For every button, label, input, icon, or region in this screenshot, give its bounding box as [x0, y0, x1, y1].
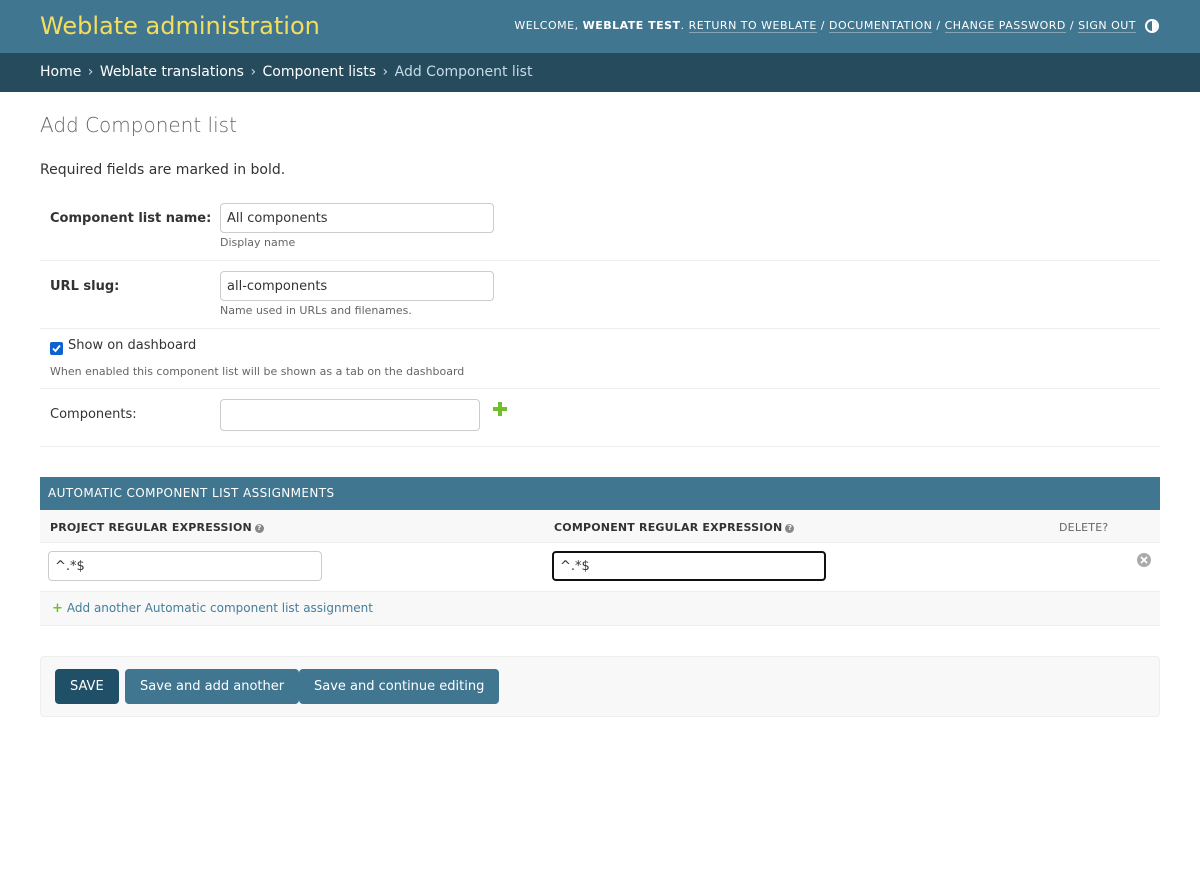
- name-label: Component list name:: [50, 211, 212, 226]
- breadcrumb-app[interactable]: Weblate translations: [100, 64, 244, 80]
- documentation-link[interactable]: Documentation: [828, 19, 933, 33]
- plus-icon: +: [52, 601, 63, 616]
- form-row-slug: URL slug: Name used in URLs and filename…: [40, 261, 1160, 329]
- show-on-dashboard-label[interactable]: Show on dashboard: [68, 338, 196, 353]
- theme-toggle-icon[interactable]: [1145, 19, 1159, 33]
- plus-icon[interactable]: [492, 401, 508, 417]
- save-and-continue-button[interactable]: Save and continue editing: [299, 669, 500, 704]
- return-to-weblate-link[interactable]: Return to Weblate: [688, 19, 817, 33]
- form-row-name: Component list name: Display name: [40, 193, 1160, 261]
- admin-header: Weblate administration Welcome, Weblate …: [0, 0, 1200, 53]
- help-icon[interactable]: ?: [785, 524, 795, 533]
- separator: /: [1069, 19, 1075, 32]
- form-row-dashboard: Show on dashboard When enabled this comp…: [40, 329, 1160, 389]
- checkmark-icon: [52, 344, 61, 353]
- required-note: Required fields are marked in bold.: [40, 162, 286, 178]
- delete-row-icon[interactable]: [1137, 553, 1151, 567]
- page-title: Add Component list: [40, 113, 237, 137]
- column-header-delete: Delete?: [1059, 521, 1109, 534]
- auto-assignments-inline: Automatic component list assignments Pro…: [40, 477, 1160, 626]
- welcome-text: Welcome,: [514, 19, 579, 32]
- component-regex-input[interactable]: [552, 551, 826, 581]
- components-label: Components:: [50, 407, 137, 422]
- components-select[interactable]: [220, 399, 480, 431]
- url-slug-input[interactable]: [220, 271, 494, 301]
- save-button[interactable]: Save: [55, 669, 119, 704]
- submit-row: Save Save and add another Save and conti…: [40, 656, 1160, 717]
- name-help: Display name: [220, 236, 296, 249]
- sign-out-link[interactable]: Sign out: [1078, 19, 1136, 33]
- save-and-add-another-button[interactable]: Save and add another: [125, 669, 300, 704]
- add-another-row: + Add another Automatic component list as…: [40, 592, 1160, 626]
- project-regex-input[interactable]: [48, 551, 322, 581]
- help-icon[interactable]: ?: [254, 524, 264, 533]
- separator: /: [936, 19, 941, 32]
- site-name[interactable]: Weblate administration: [40, 12, 320, 40]
- breadcrumb-separator: ›: [382, 64, 389, 80]
- show-on-dashboard-checkbox[interactable]: [50, 342, 63, 355]
- user-tools: Welcome, Weblate test. Return to Weblate…: [514, 19, 1136, 33]
- inline-table-header: Project regular expression? Component re…: [40, 510, 1160, 543]
- change-password-link[interactable]: Change password: [944, 19, 1066, 33]
- component-list-name-input[interactable]: [220, 203, 494, 233]
- breadcrumb-home[interactable]: Home: [40, 64, 81, 80]
- breadcrumb: Home › Weblate translations › Component …: [0, 53, 1200, 92]
- form-row-components: Components:: [40, 389, 1160, 447]
- breadcrumb-current: Add Component list: [394, 64, 533, 80]
- column-header-project: Project regular expression?: [50, 521, 264, 534]
- slug-help: Name used in URLs and filenames.: [220, 304, 412, 317]
- separator: /: [820, 19, 825, 32]
- column-header-component: Component regular expression?: [554, 521, 795, 534]
- username: Weblate test: [582, 19, 681, 32]
- dashboard-help: When enabled this component list will be…: [50, 365, 465, 378]
- breadcrumb-separator: ›: [87, 64, 94, 80]
- slug-label: URL slug:: [50, 279, 120, 294]
- table-row: [40, 543, 1160, 592]
- inline-caption: Automatic component list assignments: [40, 477, 1160, 510]
- breadcrumb-model[interactable]: Component lists: [263, 64, 377, 80]
- breadcrumb-separator: ›: [250, 64, 257, 80]
- add-another-link[interactable]: Add another Automatic component list ass…: [67, 601, 373, 615]
